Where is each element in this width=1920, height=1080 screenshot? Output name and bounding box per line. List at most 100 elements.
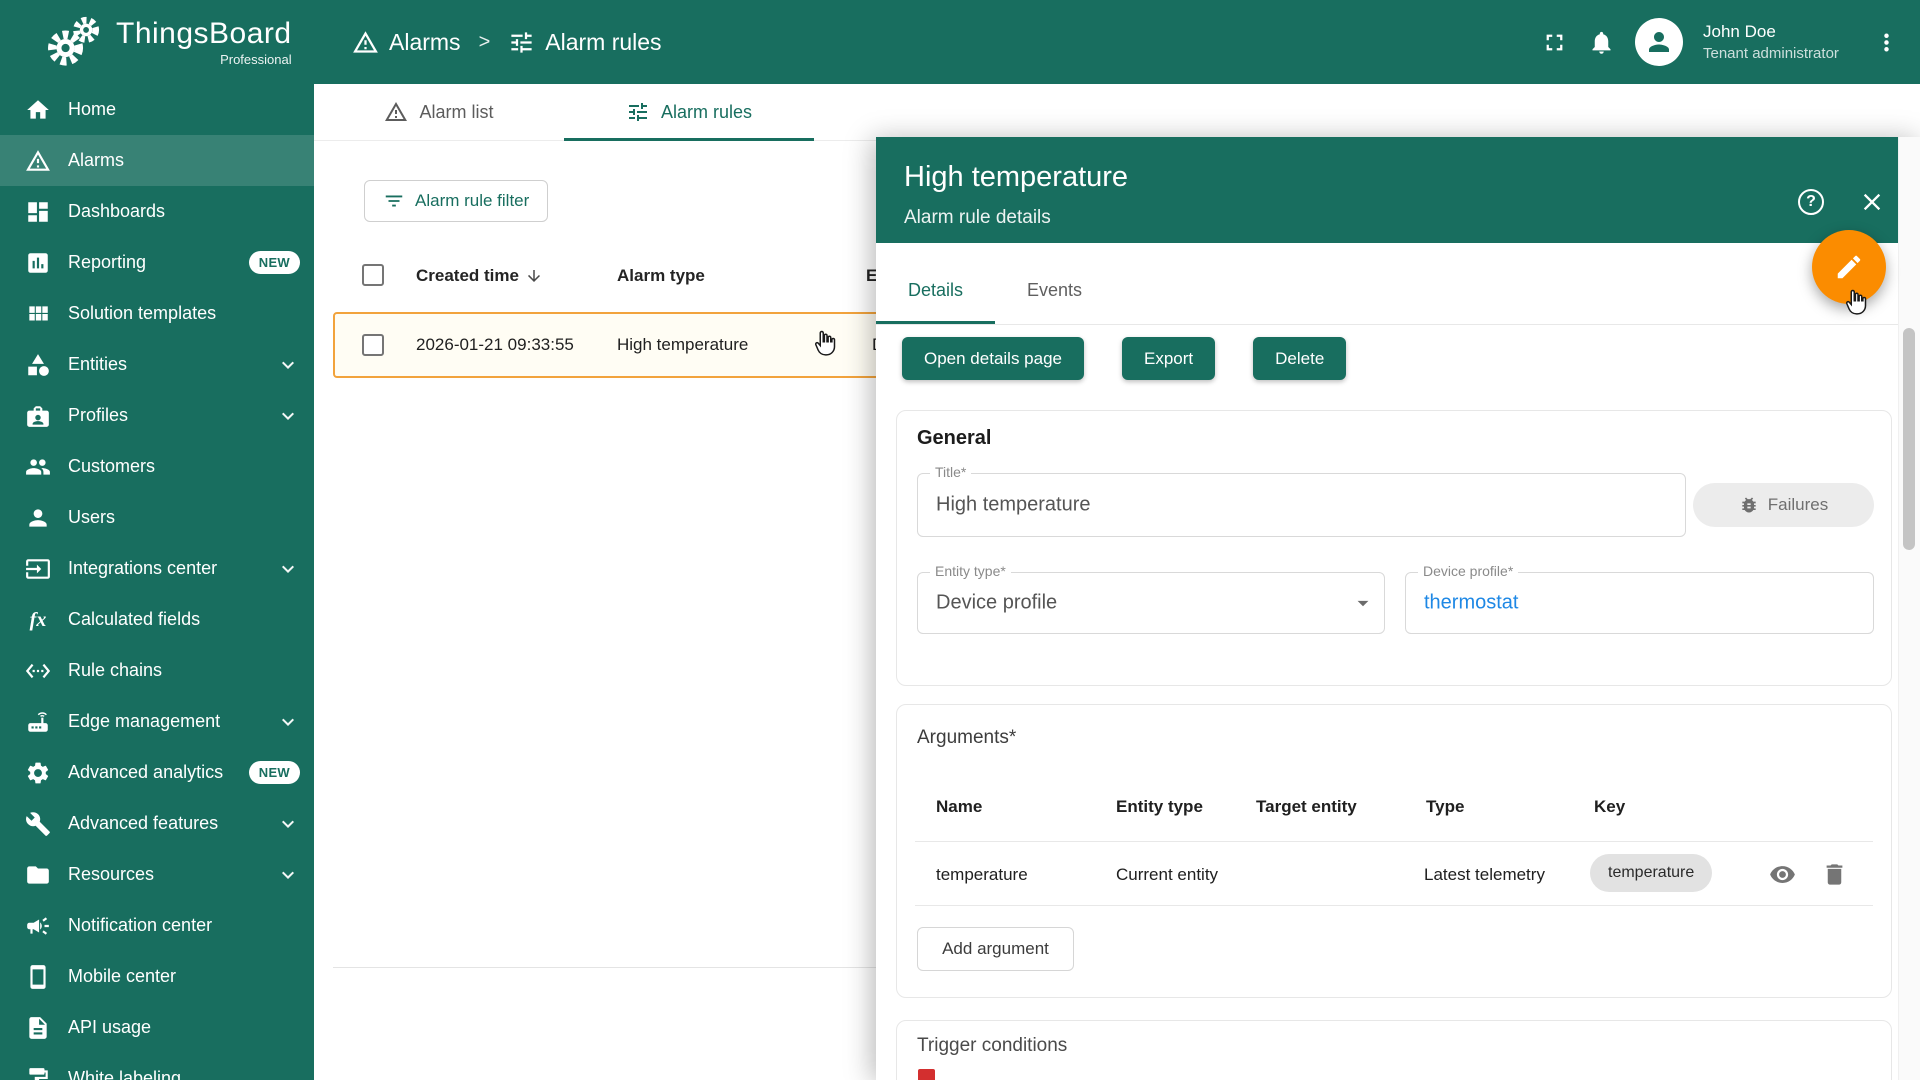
view-argument-button[interactable] (1769, 861, 1796, 888)
sidebar-item-label: Home (68, 99, 116, 120)
failures-button[interactable]: Failures (1693, 483, 1874, 527)
sidebar-item-advanced-features[interactable]: Advanced features (0, 798, 314, 849)
app-name: ThingsBoard (116, 17, 292, 52)
fullscreen-icon (1541, 29, 1568, 56)
user-info[interactable]: John Doe Tenant administrator (1703, 22, 1853, 62)
tab-alarm-list[interactable]: Alarm list (314, 84, 564, 140)
sidebar-item-label: Reporting (68, 252, 146, 273)
arg-name-value: temperature (936, 865, 1028, 885)
tab-details[interactable]: Details (876, 257, 995, 324)
sidebar-item-label: Resources (68, 864, 154, 885)
dashboards-icon (25, 199, 51, 225)
panel-scrollbar-thumb[interactable] (1903, 328, 1915, 550)
sidebar-item-entities[interactable]: Entities (0, 339, 314, 390)
trigger-conditions-section: Trigger conditions (896, 1020, 1892, 1080)
panel-actions: Open details page Export Delete (902, 337, 1346, 380)
notification-icon (25, 913, 51, 939)
alarm-rule-filter-button[interactable]: Alarm rule filter (364, 180, 548, 222)
mobile-icon (25, 964, 51, 990)
sidebar-item-alarms[interactable]: Alarms (0, 135, 314, 186)
open-details-page-button[interactable]: Open details page (902, 337, 1084, 380)
sort-descending-icon (525, 267, 543, 285)
templates-icon (25, 301, 51, 327)
arg-entity-type-value: Current entity (1116, 865, 1218, 885)
sidebar-item-users[interactable]: Users (0, 492, 314, 543)
export-button[interactable]: Export (1122, 337, 1215, 380)
chevron-down-icon (276, 404, 300, 428)
sidebar-item-mobile-center[interactable]: Mobile center (0, 951, 314, 1002)
sidebar-item-home[interactable]: Home (0, 84, 314, 135)
entity-type-value: Device profile (936, 592, 1057, 615)
entities-icon (25, 352, 51, 378)
main-tabbar: Alarm list Alarm rules (314, 84, 1920, 141)
sidebar-item-white-labeling[interactable]: White labeling (0, 1053, 314, 1080)
device-profile-link[interactable]: thermostat (1424, 592, 1518, 615)
add-argument-button[interactable]: Add argument (917, 927, 1074, 971)
sidebar-item-label: Notification center (68, 915, 212, 936)
help-icon: ? (1798, 189, 1824, 215)
sidebar-item-edge-management[interactable]: Edge management (0, 696, 314, 747)
help-button[interactable]: ? (1798, 189, 1824, 215)
app-logo[interactable]: ThingsBoard Professional (44, 13, 292, 71)
select-all-checkbox[interactable] (362, 264, 384, 286)
tab-alarm-rules[interactable]: Alarm rules (564, 84, 814, 140)
alarm-rule-details-panel: High temperature Alarm rule details ? De… (876, 137, 1920, 1080)
resources-icon (25, 862, 51, 888)
sidebar-item-reporting[interactable]: ReportingNEW (0, 237, 314, 288)
device-profile-field[interactable]: Device profile* thermostat (1405, 572, 1874, 634)
sidebar-item-calculated-fields[interactable]: fx Calculated fields (0, 594, 314, 645)
chevron-down-icon (276, 710, 300, 734)
sidebar-item-customers[interactable]: Customers (0, 441, 314, 492)
bug-icon (1739, 495, 1759, 515)
integrations-icon (25, 556, 51, 582)
sidebar-item-label: Dashboards (68, 201, 165, 222)
column-header-alarm-type[interactable]: Alarm type (617, 266, 705, 286)
edit-pencil-icon (1834, 252, 1864, 282)
chevron-down-icon (276, 353, 300, 377)
avatar[interactable] (1635, 18, 1683, 66)
sidebar-item-label: Profiles (68, 405, 128, 426)
sidebar-item-notification-center[interactable]: Notification center (0, 900, 314, 951)
trigger-error-partial (918, 1069, 935, 1080)
api-icon (25, 1015, 51, 1041)
person-icon (1644, 27, 1674, 57)
title-input-label: Title* (930, 464, 971, 480)
fx-icon: fx (25, 607, 51, 633)
alarm-rule-filter-label: Alarm rule filter (415, 191, 529, 211)
cell-alarm-type: High temperature (617, 335, 748, 355)
sidebar-item-label: Calculated fields (68, 609, 200, 630)
breadcrumb-item-alarms[interactable]: Alarms (352, 29, 461, 56)
close-button[interactable] (1858, 188, 1886, 216)
title-input[interactable]: Title* High temperature (917, 473, 1686, 537)
sidebar-item-api-usage[interactable]: API usage (0, 1002, 314, 1053)
warning-icon (25, 148, 51, 174)
arg-column-target-entity: Target entity (1256, 797, 1357, 817)
fullscreen-button[interactable] (1541, 29, 1568, 56)
sidebar-item-advanced-analytics[interactable]: Advanced analyticsNEW (0, 747, 314, 798)
sidebar-item-resources[interactable]: Resources (0, 849, 314, 900)
sidebar-item-solution-templates[interactable]: Solution templates (0, 288, 314, 339)
chevron-down-icon (276, 557, 300, 581)
sidebar-item-label: Mobile center (68, 966, 176, 987)
panel-scrollbar-track (1898, 137, 1920, 1080)
breadcrumb-item-alarm-rules[interactable]: Alarm rules (508, 29, 661, 56)
sidebar-item-dashboards[interactable]: Dashboards (0, 186, 314, 237)
kebab-icon (1873, 29, 1900, 56)
user-role: Tenant administrator (1703, 45, 1853, 62)
tab-events[interactable]: Events (995, 257, 1114, 324)
sidebar-item-integrations-center[interactable]: Integrations center (0, 543, 314, 594)
more-menu-button[interactable] (1873, 29, 1900, 56)
sidebar-item-rule-chains[interactable]: Rule chains (0, 645, 314, 696)
notifications-button[interactable] (1588, 29, 1615, 56)
delete-argument-button[interactable] (1821, 861, 1848, 888)
tune-icon (508, 29, 535, 56)
row-checkbox[interactable] (362, 334, 384, 356)
delete-button[interactable]: Delete (1253, 337, 1346, 380)
sidebar-item-profiles[interactable]: Profiles (0, 390, 314, 441)
edge-icon (25, 709, 51, 735)
arguments-section: Arguments* Name Entity type Target entit… (896, 704, 1892, 998)
entity-type-select[interactable]: Entity type* Device profile (917, 572, 1385, 634)
arguments-heading: Arguments* (917, 727, 1016, 749)
column-header-created-time[interactable]: Created time (416, 266, 543, 286)
divider (915, 905, 1873, 906)
